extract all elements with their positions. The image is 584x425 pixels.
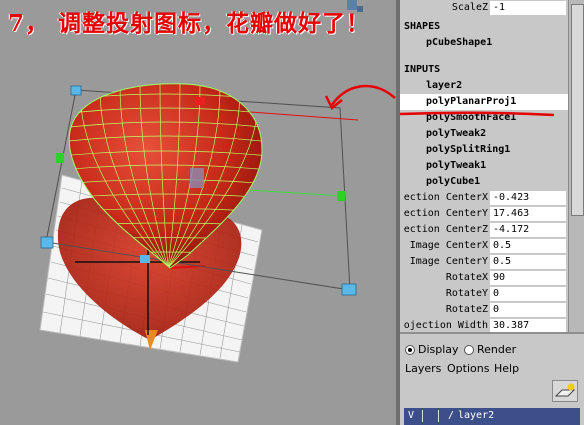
attr-label: RotateX [445, 272, 488, 283]
layer-row-separator [438, 410, 439, 422]
attr-row: ojection Width 30.387 [400, 318, 568, 332]
attr-value-field[interactable]: 90 [490, 271, 566, 285]
attr-label: RotateY [445, 288, 488, 299]
attr-row: ection CenterZ -4.172 [400, 222, 568, 238]
channel-box-scrollbar[interactable] [568, 0, 584, 332]
attr-label: ection CenterX [403, 192, 488, 203]
create-layer-button[interactable] [552, 380, 578, 402]
layer-row-layer2[interactable]: V / layer2 [404, 408, 580, 425]
channel-box: ScaleZ -1 SHAPES pCubeShape1 INPUTS laye… [400, 0, 568, 332]
handle-top-mid [195, 97, 205, 105]
handle-left-mid [56, 153, 64, 163]
attr-row: Image CenterX 0.5 [400, 238, 568, 254]
attr-value-field[interactable]: -0.423 [490, 191, 566, 205]
handle-bottom-right [341, 283, 357, 296]
annotation-caption: 7， 调整投射图标，花瓣做好了！ [8, 10, 371, 37]
attr-value-field[interactable]: -4.172 [490, 223, 566, 237]
attr-label: ection CenterZ [403, 224, 488, 235]
handle-right-mid [337, 191, 345, 201]
attr-row: RotateX 90 [400, 270, 568, 286]
layer-row-separator [422, 410, 423, 422]
layer-editor: Display Render Layers Options Help V / l… [400, 334, 584, 425]
menu-options[interactable]: Options [447, 362, 489, 375]
input-node-layer2[interactable]: layer2 [426, 78, 462, 94]
projection-axis-red [249, 111, 359, 121]
attr-row: Image CenterY 0.5 [400, 254, 568, 270]
attr-label: RotateZ [445, 304, 488, 315]
handle-center [140, 255, 150, 263]
attr-row: RotateZ 0 [400, 302, 568, 318]
layer-visibility-toggle[interactable]: V [408, 410, 414, 421]
render-radio-label: Render [477, 343, 517, 356]
menu-help[interactable]: Help [494, 362, 519, 375]
render-radio[interactable]: Render [464, 343, 516, 356]
display-radio-label: Display [418, 343, 459, 356]
input-node-polycube1[interactable]: polyCube1 [426, 174, 480, 190]
attr-value-field[interactable]: 0 [490, 287, 566, 301]
menu-layers[interactable]: Layers [405, 362, 441, 375]
render-radio-dot[interactable] [464, 344, 474, 355]
attr-label: ojection Width [403, 320, 488, 331]
attr-value-field[interactable]: 30.387 [490, 319, 566, 332]
attr-label: Image CenterY [409, 256, 488, 267]
input-node-polytweak1[interactable]: polyTweak1 [426, 158, 486, 174]
new-layer-icon [554, 383, 576, 397]
input-node-polysplitring1[interactable]: polySplitRing1 [426, 142, 510, 158]
attr-row: ection CenterY 17.463 [400, 206, 568, 222]
display-radio[interactable]: Display [405, 343, 459, 356]
attr-value-field[interactable]: 0.5 [490, 255, 566, 269]
layer-name-label[interactable]: layer2 [458, 410, 494, 421]
attr-label: ection CenterY [403, 208, 488, 219]
attr-label: Image CenterX [409, 240, 488, 251]
viewport-scene [39, 0, 396, 363]
attr-value-field[interactable]: 0 [490, 303, 566, 317]
layer-name[interactable]: / [448, 410, 454, 421]
handle-bottom-left [40, 236, 54, 249]
handle-top-left [70, 85, 82, 96]
attr-value-field[interactable]: 0.5 [490, 239, 566, 253]
annotation-arrow [324, 84, 396, 110]
inputs-header: INPUTS [404, 64, 441, 75]
attr-row: ection CenterX -0.423 [400, 190, 568, 206]
viewport-3d[interactable] [0, 0, 396, 425]
balloon-highlight [190, 168, 204, 188]
display-radio-dot[interactable] [405, 344, 415, 355]
input-node-polytweak2[interactable]: polyTweak2 [426, 126, 486, 142]
attr-value-field[interactable]: 17.463 [490, 207, 566, 221]
attr-row: RotateY 0 [400, 286, 568, 302]
annotation-underline [399, 111, 555, 117]
